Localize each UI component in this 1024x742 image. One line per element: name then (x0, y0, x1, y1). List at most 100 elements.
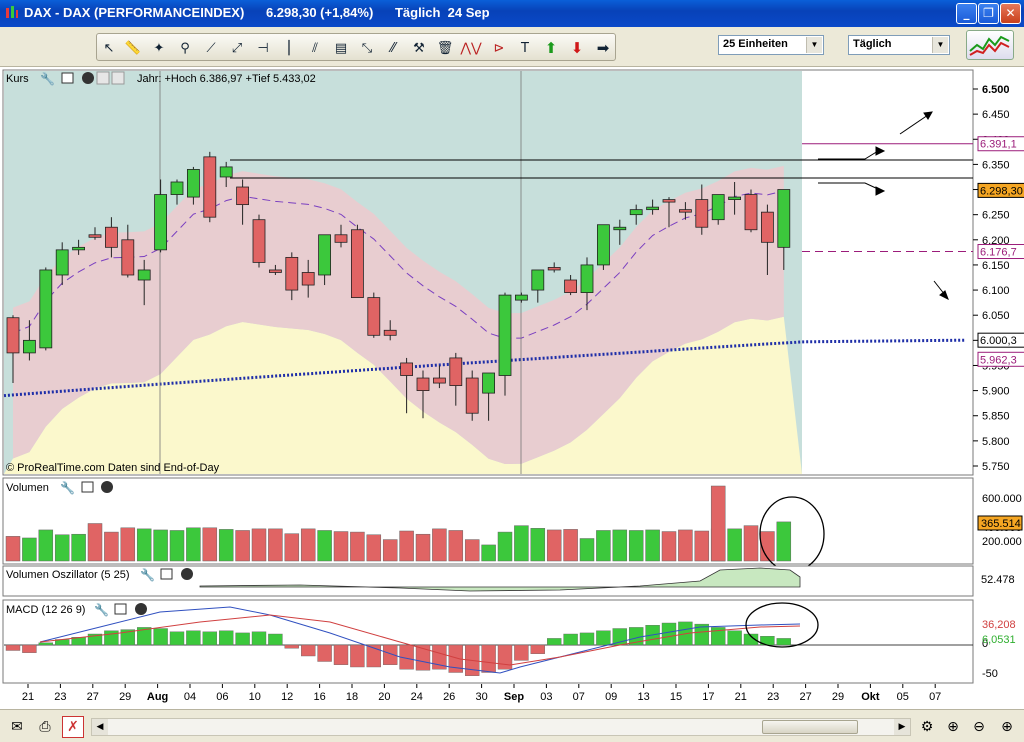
close-panel-icon[interactable] (82, 72, 94, 84)
period-select[interactable]: Täglich ▼ (848, 35, 950, 55)
pointer-icon[interactable]: ↖ (99, 38, 119, 58)
period-select-value: Täglich (853, 38, 892, 50)
units-select[interactable]: 25 Einheiten ▼ (718, 35, 824, 55)
arrow-up-icon[interactable]: ⬆ (541, 38, 561, 58)
macd-bar (301, 644, 316, 657)
maximize-button[interactable]: ❐ (978, 3, 999, 24)
y-tick-label: 6.250 (982, 210, 1010, 222)
arrow-right-icon[interactable]: ➡ (593, 38, 613, 58)
volume-bar (136, 528, 152, 562)
zoom-in-icon[interactable]: ⊕ (996, 716, 1018, 738)
magic-wand-icon[interactable]: ✦ (149, 38, 169, 58)
close-panel-icon[interactable] (135, 603, 147, 615)
wrench-icon[interactable]: 🔧 (140, 567, 155, 582)
x-tick-label: 09 (605, 691, 617, 703)
candle-body (137, 269, 151, 281)
trash-icon[interactable]: 🗑 (435, 38, 455, 58)
up-icon[interactable] (96, 71, 110, 85)
chart-style-icon[interactable] (966, 30, 1014, 60)
macd-bar (218, 630, 234, 646)
price-tag-label: 6.176,7 (980, 247, 1017, 259)
macd-bar (186, 630, 201, 646)
arrows-icon[interactable]: ⤡ (357, 38, 377, 58)
window-icon[interactable] (61, 72, 74, 84)
candle-body (498, 294, 512, 376)
zigzag-icon[interactable]: ⋀⋁ (460, 38, 481, 58)
volume-bar (546, 529, 562, 562)
volume-bar (382, 539, 398, 562)
scroll-left-icon[interactable]: ◀ (92, 719, 108, 735)
x-tick-label: 29 (832, 691, 844, 703)
candle-body (383, 329, 397, 336)
candle-body (154, 194, 168, 251)
window-icon[interactable] (160, 568, 173, 580)
scroll-right-icon[interactable]: ▶ (894, 719, 910, 735)
toolbar: ↖ 📏 ✦ ⚲ ⟋ ⤢ ⊣ ⎮ ⫽ ▤ ⤡ ⁄⁄ ⚒ 🗑 ⋀⋁ ⊳ T ⬆ ⬇ … (0, 27, 1024, 67)
volume-bar (530, 528, 546, 562)
minimize-button[interactable]: _ (956, 3, 977, 24)
line-icon[interactable]: ⟋ (201, 38, 221, 58)
channel-icon[interactable]: ⫽ (305, 38, 325, 58)
window-icon[interactable] (81, 481, 94, 493)
triangle-icon[interactable]: ⊳ (489, 38, 509, 58)
candle-body (629, 209, 643, 216)
candle-body (646, 206, 659, 211)
hline-icon[interactable]: ⊣ (253, 38, 273, 58)
macd-bar (22, 644, 37, 653)
candle-body (203, 156, 217, 218)
volume-bar (350, 531, 365, 562)
close-panel-icon[interactable] (101, 481, 113, 493)
chart-canvas[interactable]: 6.5006.4506.4006.3506.3006.2506.2006.150… (0, 67, 1024, 709)
x-tick-label: 27 (87, 691, 99, 703)
print-icon[interactable]: ⎙ (34, 716, 56, 738)
zoom-icon[interactable]: ⚲ (175, 38, 195, 58)
parallel-icon[interactable]: ⁄⁄ (383, 38, 403, 58)
volume-bar-peak (710, 485, 726, 562)
macd-bar (38, 642, 53, 646)
tools-icon[interactable]: ⚒ (409, 38, 429, 58)
chart-area[interactable]: 6.5006.4506.4006.3506.3006.2506.2006.150… (0, 67, 1024, 709)
text-icon[interactable]: T (515, 38, 535, 58)
macd-bar (514, 644, 529, 661)
close-panel-icon[interactable] (181, 568, 193, 580)
close-button[interactable]: ✕ (1000, 3, 1021, 24)
chart-settings-icon[interactable]: ⚙ (916, 716, 938, 738)
zoom-out-icon[interactable]: ⊖ (968, 716, 990, 738)
x-tick-label: Aug (147, 691, 168, 703)
wrench-icon[interactable]: 🔧 (40, 71, 55, 86)
macd-bar (251, 631, 267, 646)
scroll-thumb[interactable] (762, 720, 858, 734)
delete-icon[interactable]: ✗ (62, 716, 84, 738)
fibonacci-icon[interactable]: ▤ (331, 38, 351, 58)
candle-body (761, 211, 774, 243)
y-tick-label: 6.150 (982, 260, 1010, 272)
volume-bar (87, 523, 103, 562)
x-tick-label: 23 (54, 691, 66, 703)
x-tick-label: 03 (540, 691, 552, 703)
candle-body (236, 186, 250, 206)
x-tick-label: 07 (929, 691, 941, 703)
candle (597, 224, 610, 270)
ray-icon[interactable]: ⤢ (227, 38, 247, 58)
arrow-down-icon[interactable]: ⬇ (567, 38, 587, 58)
volume-bar (300, 528, 316, 562)
wrench-icon[interactable]: 🔧 (60, 480, 75, 495)
mail-icon[interactable]: ✉ (6, 716, 28, 738)
horizontal-scrollbar[interactable]: ◀ ▶ (91, 718, 911, 736)
zoom-fit-icon[interactable]: ⊕ (942, 716, 964, 738)
y-tick-label: 5.850 (982, 411, 1010, 423)
down-icon[interactable] (111, 71, 125, 85)
candle (744, 189, 758, 233)
window-icon[interactable] (114, 603, 127, 615)
ruler-icon[interactable]: 📏 (123, 38, 143, 58)
volume-bar (563, 529, 578, 562)
candle-body (186, 169, 200, 198)
macd-bar (530, 644, 545, 655)
candle-body (219, 166, 233, 178)
wrench-icon[interactable]: 🔧 (94, 602, 109, 617)
vline-icon[interactable]: ⎮ (279, 38, 299, 58)
candle (252, 214, 266, 268)
candle (39, 267, 53, 351)
macd-bar (350, 644, 365, 668)
candle-body (547, 267, 561, 271)
